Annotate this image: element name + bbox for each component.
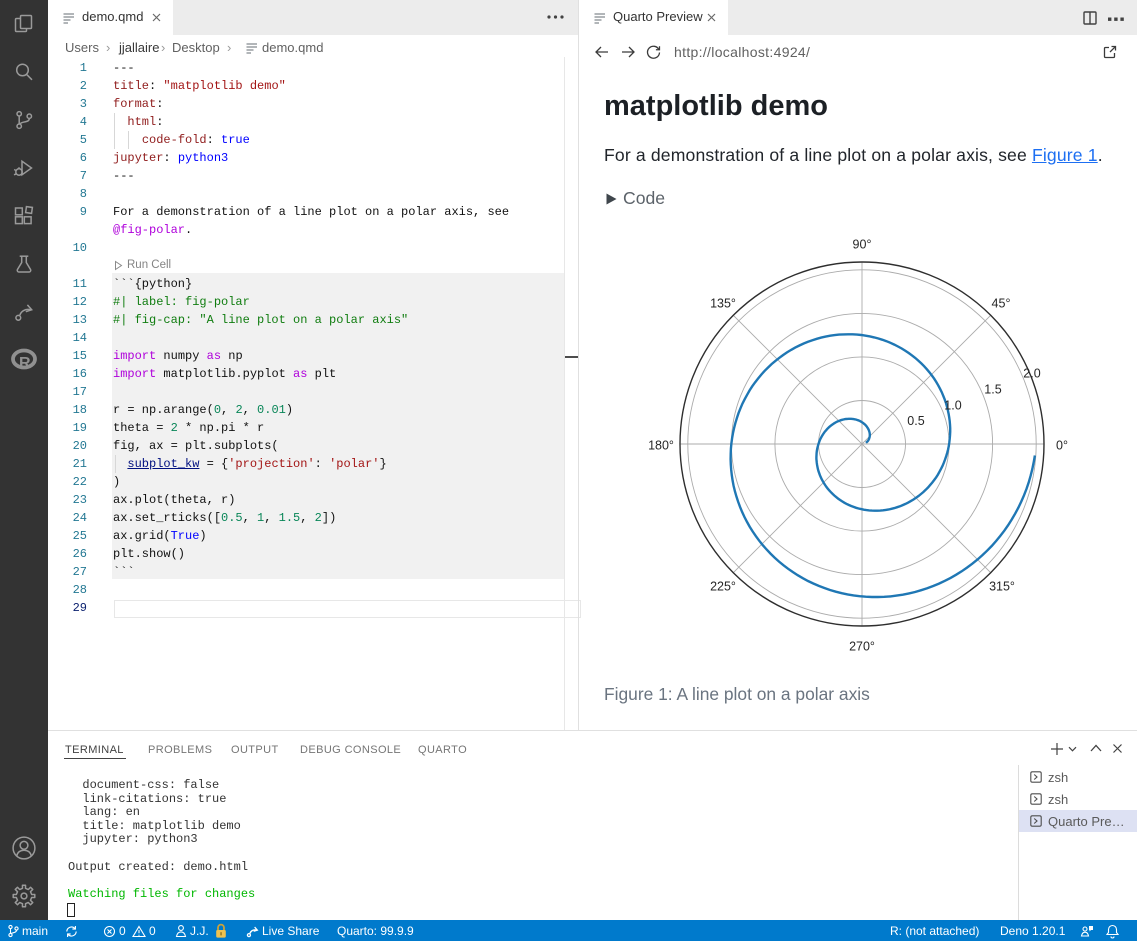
svg-text:90°: 90° <box>853 238 872 252</box>
svg-text:1.0: 1.0 <box>944 399 961 413</box>
svg-text:225°: 225° <box>710 580 736 594</box>
svg-text:R: R <box>19 355 31 372</box>
svg-text:180°: 180° <box>648 439 674 453</box>
svg-text:1.5: 1.5 <box>984 383 1001 397</box>
svg-text:2.0: 2.0 <box>1023 367 1040 381</box>
svg-text:315°: 315° <box>989 580 1015 594</box>
svg-text:0.5: 0.5 <box>907 414 924 428</box>
svg-text:135°: 135° <box>710 297 736 311</box>
svg-text:0°: 0° <box>1056 439 1068 453</box>
svg-text:45°: 45° <box>992 297 1011 311</box>
svg-text:270°: 270° <box>849 640 875 654</box>
